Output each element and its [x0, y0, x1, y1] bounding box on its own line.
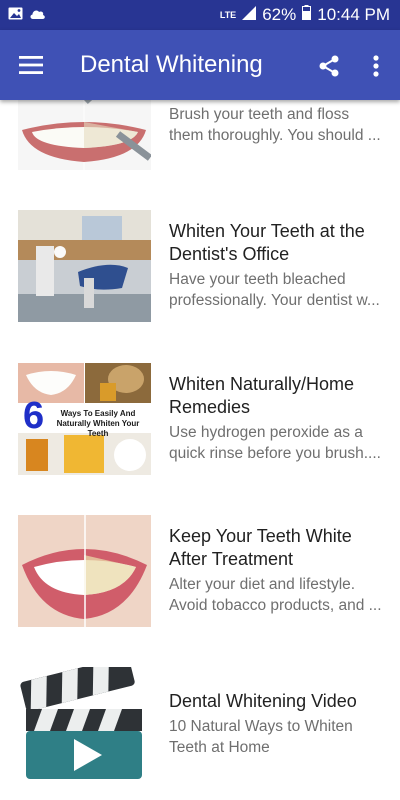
battery-percent: 62%	[262, 5, 297, 24]
status-right: LTE 62% 10:44 PM	[220, 5, 390, 25]
item-title: Whiten Naturally/Home Remedies	[169, 374, 355, 417]
item-thumbnail	[18, 210, 151, 322]
cloud-icon	[29, 5, 46, 25]
menu-button[interactable]	[16, 51, 46, 79]
item-thumbnail: 6 Ways To Easily And Naturally Whiten Yo…	[18, 363, 151, 475]
thumbnail-number: 6	[23, 395, 45, 437]
topic-list: Brush your teeth and floss them thorough…	[0, 100, 400, 800]
list-item[interactable]: Keep Your Teeth White After Treatment Al…	[0, 515, 400, 667]
item-description: 10 Natural Ways to Whiten Teeth at Home	[169, 718, 353, 756]
app-bar: Dental Whitening	[0, 30, 400, 100]
list-item[interactable]: Whiten Your Teeth at the Dentist's Offic…	[0, 210, 400, 362]
item-description: Have your teeth bleached professionally.…	[169, 271, 380, 309]
video-clapperboard-icon	[20, 667, 142, 779]
share-button[interactable]	[313, 50, 345, 82]
page-title: Dental Whitening	[80, 51, 263, 78]
item-description: Use hydrogen peroxide as a quick rinse b…	[169, 424, 381, 462]
item-thumbnail	[18, 515, 151, 627]
share-icon	[319, 55, 339, 77]
item-description: Brush your teeth and floss them thorough…	[169, 106, 381, 144]
status-bar: LTE 62% 10:44 PM	[0, 0, 400, 30]
item-description: Alter your diet and lifestyle. Avoid tob…	[169, 576, 382, 614]
image-icon	[8, 5, 23, 25]
clock: 10:44 PM	[317, 5, 390, 24]
item-title: Keep Your Teeth White After Treatment	[169, 526, 352, 569]
more-vert-icon	[373, 55, 379, 77]
list-item[interactable]: 6 Ways To Easily And Naturally Whiten Yo…	[0, 363, 400, 515]
battery-icon	[302, 5, 312, 25]
lte-indicator: LTE	[219, 9, 237, 20]
status-left	[8, 5, 46, 25]
menu-icon	[19, 56, 43, 74]
list-item[interactable]: Brush your teeth and floss them thorough…	[0, 100, 400, 210]
item-thumbnail	[18, 100, 151, 170]
list-item[interactable]: Dental Whitening Video 10 Natural Ways t…	[0, 667, 400, 800]
item-title: Whiten Your Teeth at the Dentist's Offic…	[169, 221, 365, 264]
thumbnail-caption: Ways To Easily And Naturally Whiten Your…	[56, 409, 140, 438]
item-thumbnail	[18, 667, 151, 779]
more-options-button[interactable]	[362, 50, 390, 82]
signal-icon	[242, 5, 257, 25]
item-title: Dental Whitening Video	[169, 691, 357, 711]
